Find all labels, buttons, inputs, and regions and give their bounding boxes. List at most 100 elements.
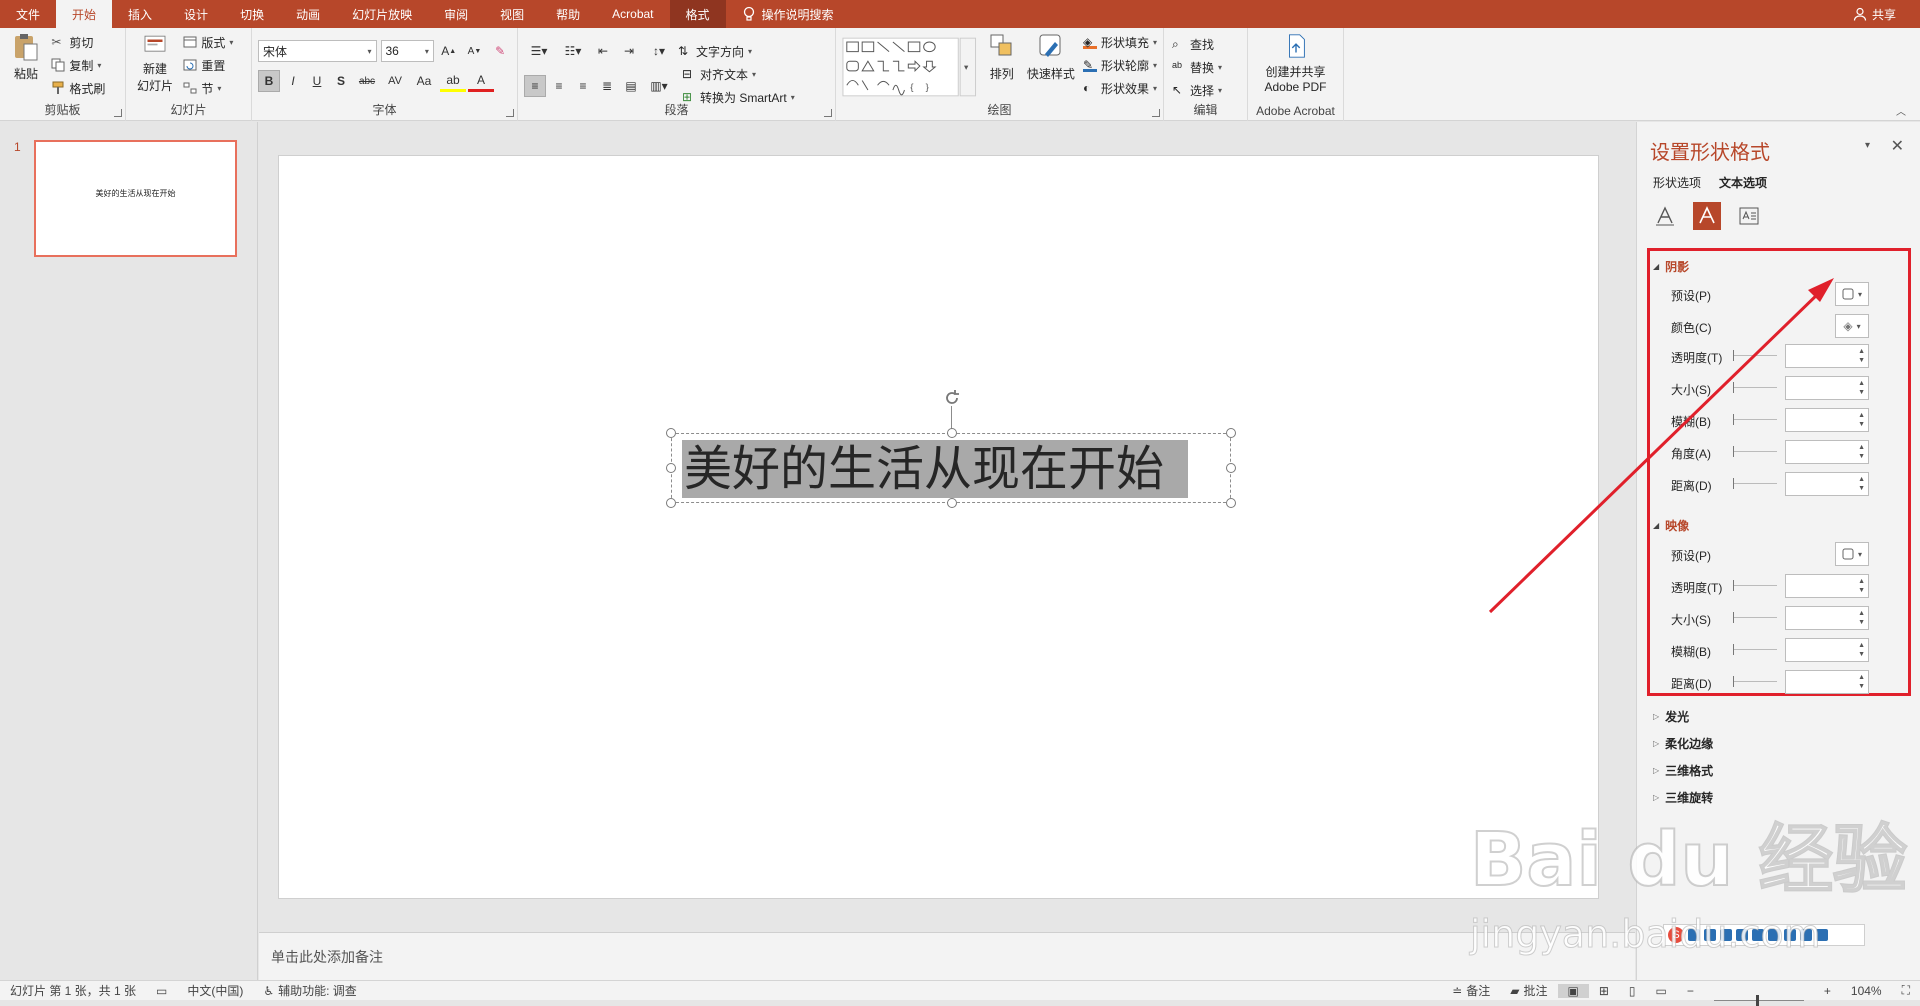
resize-handle-sw[interactable] <box>666 498 676 508</box>
resize-handle-n[interactable] <box>947 428 957 438</box>
text-effects-icon[interactable] <box>1693 202 1721 230</box>
reflection-transparency-slider[interactable] <box>1733 580 1777 591</box>
close-icon[interactable]: ✕ <box>1891 136 1904 156</box>
bullets-icon[interactable]: ☰▾ <box>524 40 554 62</box>
tab-help[interactable]: 帮助 <box>540 0 596 28</box>
paragraph-launcher-icon[interactable] <box>824 109 832 117</box>
glow-section-header[interactable]: ▷ 发光 <box>1653 708 1689 725</box>
shadow-angle-input[interactable]: ▲ ▼ <box>1785 440 1869 464</box>
shadow-transparency-slider[interactable] <box>1733 350 1777 361</box>
spinner-arrows-icon[interactable]: ▲ ▼ <box>1858 673 1865 691</box>
notes-pane[interactable]: 单击此处添加备注 <box>259 932 1635 980</box>
ime-icon-8[interactable] <box>1800 929 1812 941</box>
bold-button[interactable]: B <box>258 70 280 92</box>
zoom-in-icon[interactable]: + <box>1814 984 1841 998</box>
reset-button[interactable]: 重置 <box>183 55 233 75</box>
tell-me-search[interactable]: 操作说明搜索 <box>726 0 850 28</box>
cut-button[interactable]: ✂ 剪切 <box>51 32 105 52</box>
create-pdf-button[interactable]: 创建并共享 Adobe PDF <box>1255 32 1337 94</box>
fit-slide-icon[interactable]: ⛶ <box>1892 983 1920 998</box>
resize-handle-w[interactable] <box>666 463 676 473</box>
distributed-icon[interactable]: ▤ <box>620 75 642 97</box>
tab-view[interactable]: 视图 <box>484 0 540 28</box>
shadow-size-input[interactable]: ▲ ▼ <box>1785 376 1869 400</box>
italic-button[interactable]: I <box>282 70 304 92</box>
align-center-icon[interactable]: ≡ <box>548 75 570 97</box>
shadow-distance-input[interactable]: ▲ ▼ <box>1785 472 1869 496</box>
font-size-dropdown-icon[interactable]: ▾ <box>425 47 429 56</box>
align-right-icon[interactable]: ≡ <box>572 75 594 97</box>
zoom-level[interactable]: 104% <box>1841 984 1892 998</box>
spinner-arrows-icon[interactable]: ▲ ▼ <box>1858 411 1865 429</box>
shadow-section-header[interactable]: ◢ 阴影 <box>1653 258 1689 275</box>
tab-animations[interactable]: 动画 <box>280 0 336 28</box>
slideshow-icon[interactable]: ▭ <box>1646 984 1677 998</box>
ime-icon-7[interactable] <box>1784 929 1796 941</box>
font-launcher-icon[interactable] <box>506 109 514 117</box>
text-direction-button[interactable]: ⇅ 文字方向 ▾ <box>678 41 752 61</box>
tab-file[interactable]: 文件 <box>0 0 56 28</box>
spinner-arrows-icon[interactable]: ▲ ▼ <box>1858 475 1865 493</box>
replace-button[interactable]: ab 替换 ▾ <box>1172 57 1222 77</box>
reflection-transparency-input[interactable]: ▲ ▼ <box>1785 574 1869 598</box>
increase-font-size-icon[interactable]: A ▲ <box>438 40 460 62</box>
normal-view-icon[interactable]: ▣ <box>1557 983 1589 998</box>
columns-icon[interactable]: ▥▾ <box>644 75 674 97</box>
reflection-blur-slider[interactable] <box>1733 644 1777 655</box>
sogou-ime-icon[interactable]: S <box>1668 927 1684 943</box>
ime-icon-1[interactable] <box>1688 929 1700 941</box>
slide-thumbnail[interactable]: 美好的生活从现在开始 <box>34 140 237 257</box>
zoom-slider-thumb[interactable] <box>1755 994 1759 1006</box>
ime-icon-5[interactable] <box>1752 929 1764 941</box>
shape-fill-button[interactable]: ◈ 形状填充 ▾ <box>1082 32 1157 52</box>
numbering-icon[interactable]: ☷▾ <box>558 40 588 62</box>
font-name-dropdown-icon[interactable]: ▾ <box>367 47 371 56</box>
ime-icon-9[interactable] <box>1816 929 1828 941</box>
slide-sorter-icon[interactable]: ⊞ <box>1589 984 1619 998</box>
align-left-icon[interactable]: ≡ <box>524 74 546 97</box>
spinner-arrows-icon[interactable]: ▲ ▼ <box>1858 609 1865 627</box>
reflection-section-header[interactable]: ◢ 映像 <box>1653 517 1689 534</box>
drawing-launcher-icon[interactable] <box>1152 109 1160 117</box>
shapes-gallery[interactable]: {} ▾ <box>842 36 977 98</box>
share-button[interactable]: 共享 <box>1829 0 1920 28</box>
accessibility-button[interactable]: ♿ 辅助功能: 调查 <box>253 982 366 999</box>
reflection-distance-slider[interactable] <box>1733 676 1777 687</box>
character-spacing-button[interactable]: AV <box>382 70 408 92</box>
find-button[interactable]: ⌕ 查找 <box>1172 34 1222 54</box>
text-fill-outline-icon[interactable] <box>1651 202 1679 230</box>
shadow-blur-slider[interactable] <box>1733 414 1777 425</box>
3d-rotation-section-header[interactable]: ▷ 三维旋转 <box>1653 789 1713 806</box>
strikethrough-button[interactable]: abc <box>354 70 380 92</box>
ime-icon-3[interactable] <box>1720 929 1732 941</box>
clipboard-launcher-icon[interactable] <box>114 109 122 117</box>
layout-button[interactable]: 版式 ▾ <box>183 32 233 52</box>
font-name-combobox[interactable]: 宋体 ▾ <box>258 40 377 62</box>
tab-transitions[interactable]: 切换 <box>224 0 280 28</box>
slide-title-text[interactable]: 美好的生活从现在开始 <box>682 440 1189 498</box>
arrange-button[interactable]: 排列 <box>983 32 1021 94</box>
shadow-blur-input[interactable]: ▲ ▼ <box>1785 408 1869 432</box>
shape-outline-button[interactable]: ✎ 形状轮廓 ▾ <box>1082 55 1157 75</box>
quick-styles-button[interactable]: 快速样式 <box>1027 32 1075 94</box>
tab-review[interactable]: 审阅 <box>428 0 484 28</box>
language-indicator[interactable]: 中文(中国) <box>177 982 253 999</box>
shadow-transparency-input[interactable]: ▲ ▼ <box>1785 344 1869 368</box>
tab-home[interactable]: 开始 <box>56 0 113 28</box>
justify-icon[interactable]: ≣ <box>596 75 618 97</box>
tab-insert[interactable]: 插入 <box>112 0 168 28</box>
notes-button[interactable]: ≐ 备注 <box>1442 982 1500 999</box>
spinner-arrows-icon[interactable]: ▲ ▼ <box>1858 443 1865 461</box>
select-button[interactable]: ↖ 选择 ▾ <box>1172 80 1222 100</box>
pane-options-icon[interactable]: ▾ <box>1865 140 1870 151</box>
comments-button[interactable]: ▰ 批注 <box>1500 982 1557 999</box>
tab-slideshow[interactable]: 幻灯片放映 <box>336 0 428 28</box>
tab-design[interactable]: 设计 <box>168 0 224 28</box>
shadow-preset-button[interactable]: ▾ <box>1835 282 1869 306</box>
resize-handle-ne[interactable] <box>1226 428 1236 438</box>
spinner-arrows-icon[interactable]: ▲ ▼ <box>1858 347 1865 365</box>
collapse-ribbon-icon[interactable]: ︿ <box>1896 103 1906 118</box>
3d-format-section-header[interactable]: ▷ 三维格式 <box>1653 762 1713 779</box>
resize-handle-se[interactable] <box>1226 498 1236 508</box>
spinner-arrows-icon[interactable]: ▲ ▼ <box>1858 641 1865 659</box>
